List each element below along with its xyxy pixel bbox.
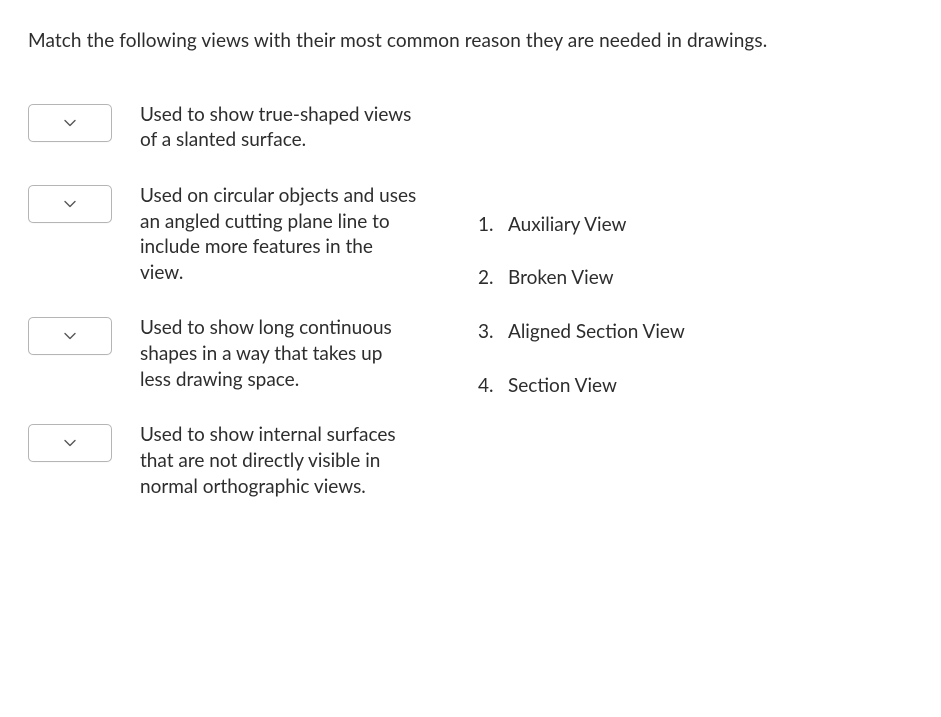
answer-dropdown-3[interactable] — [28, 317, 112, 355]
option-number: 2. — [478, 265, 508, 291]
content-area: Used to show true-shaped views of a slan… — [28, 102, 913, 500]
match-row: Used to show long continuous shapes in a… — [28, 315, 418, 392]
answer-dropdown-2[interactable] — [28, 185, 112, 223]
chevron-down-icon — [64, 439, 76, 447]
option-row: 3. Aligned Section View — [478, 319, 685, 345]
answer-dropdown-1[interactable] — [28, 104, 112, 142]
chevron-down-icon — [64, 200, 76, 208]
prompt-text: Used to show true-shaped views of a slan… — [140, 102, 418, 153]
match-row: Used to show internal surfaces that are … — [28, 422, 418, 499]
option-row: 2. Broken View — [478, 265, 685, 291]
chevron-down-icon — [64, 119, 76, 127]
option-number: 3. — [478, 319, 508, 345]
prompt-text: Used to show long continuous shapes in a… — [140, 315, 418, 392]
prompt-text: Used on circular objects and uses an ang… — [140, 183, 418, 286]
answer-dropdown-4[interactable] — [28, 424, 112, 462]
option-label: Aligned Section View — [508, 319, 685, 345]
prompts-column: Used to show true-shaped views of a slan… — [28, 102, 418, 500]
option-row: 4. Section View — [478, 373, 685, 399]
option-number: 1. — [478, 212, 508, 238]
option-number: 4. — [478, 373, 508, 399]
option-label: Section View — [508, 373, 617, 399]
option-label: Auxiliary View — [508, 212, 626, 238]
option-label: Broken View — [508, 265, 614, 291]
option-row: 1. Auxiliary View — [478, 212, 685, 238]
question-text: Match the following views with their mos… — [28, 28, 913, 54]
options-column: 1. Auxiliary View 2. Broken View 3. Alig… — [478, 212, 685, 399]
match-row: Used on circular objects and uses an ang… — [28, 183, 418, 286]
match-row: Used to show true-shaped views of a slan… — [28, 102, 418, 153]
prompt-text: Used to show internal surfaces that are … — [140, 422, 418, 499]
chevron-down-icon — [64, 332, 76, 340]
